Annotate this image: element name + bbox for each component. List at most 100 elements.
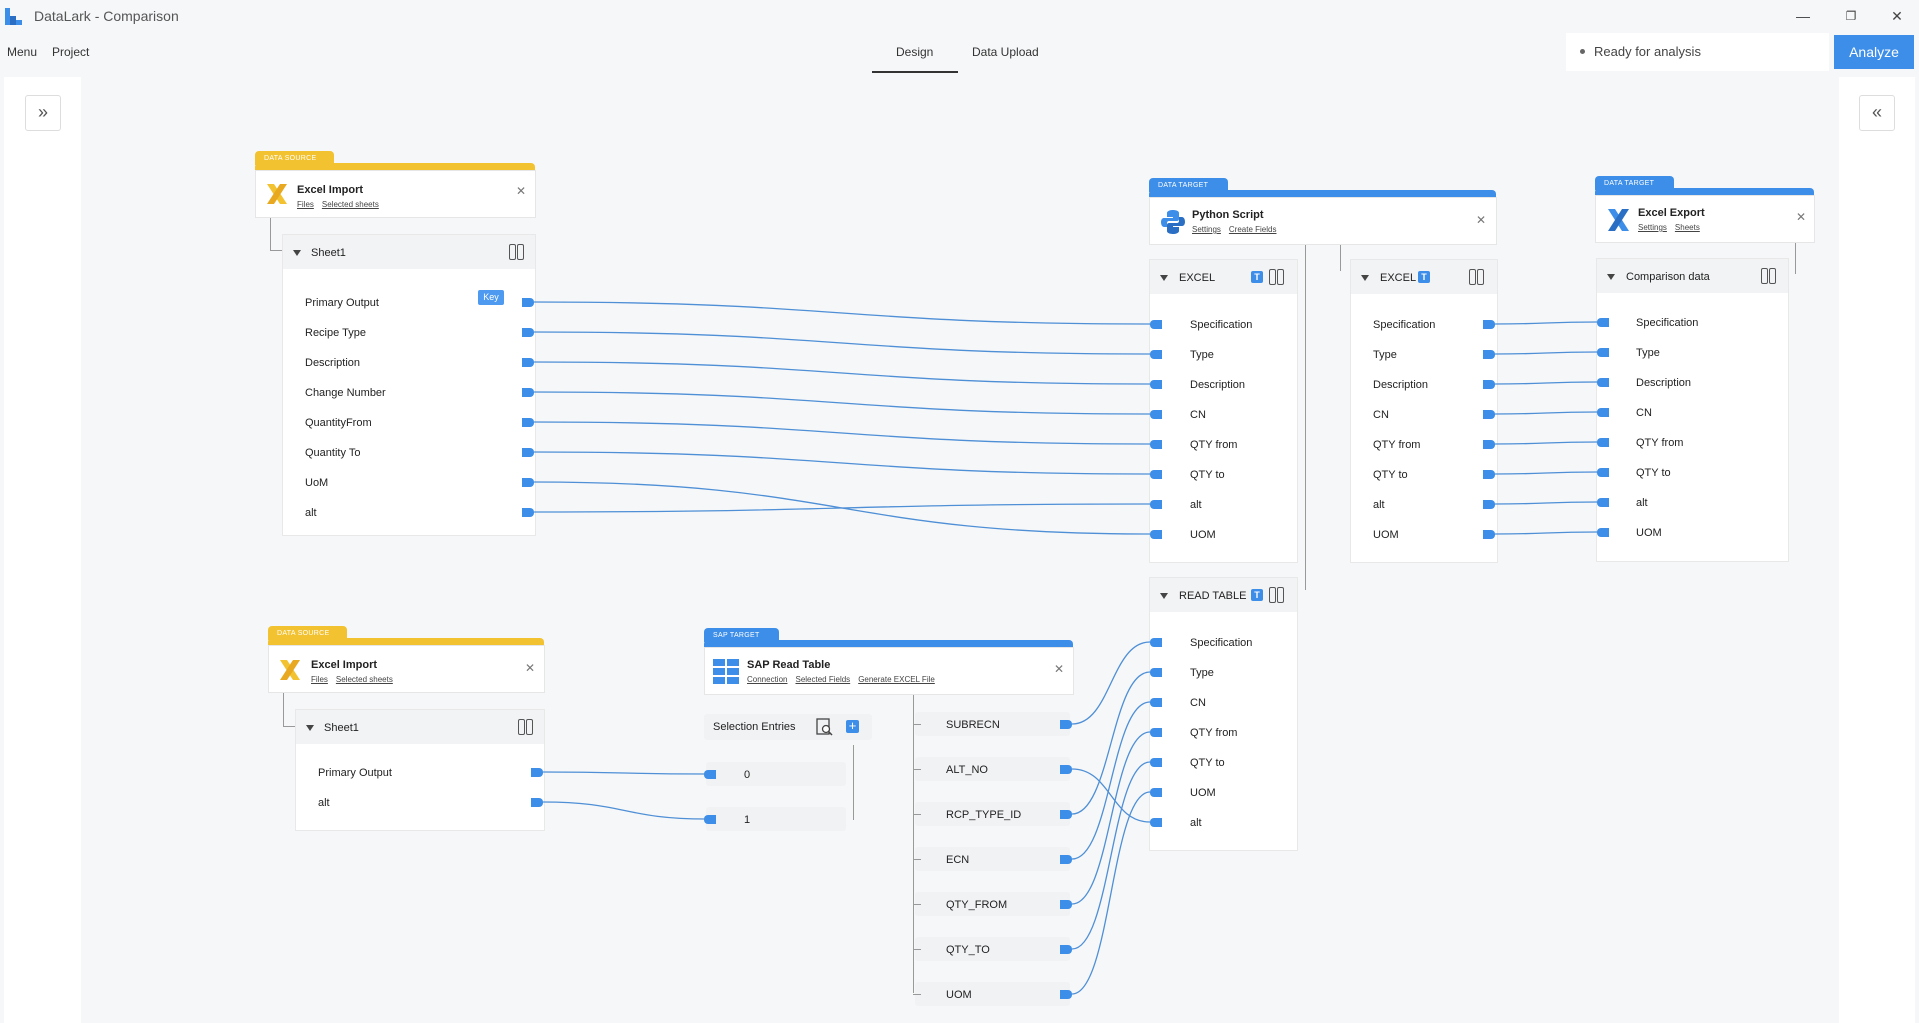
source-1-header[interactable]: Excel Import Files Selected sheets ✕ [255, 170, 536, 218]
output-port[interactable] [522, 478, 534, 487]
output-port[interactable] [531, 798, 543, 807]
input-port[interactable] [1150, 380, 1162, 389]
settings-link[interactable]: Settings [1192, 225, 1221, 234]
excel-in-header[interactable]: EXCEL T [1150, 260, 1297, 294]
input-port[interactable] [1150, 470, 1162, 479]
output-port[interactable] [522, 508, 534, 517]
selected-sheets-link[interactable]: Selected sheets [322, 200, 379, 209]
minimize-button[interactable]: — [1793, 6, 1813, 26]
chevron-down-icon[interactable] [1160, 275, 1168, 281]
output-port[interactable] [1483, 500, 1495, 509]
files-link[interactable]: Files [311, 675, 328, 684]
menu-menu[interactable]: Menu [7, 45, 37, 59]
input-port[interactable] [1150, 320, 1162, 329]
sheet-header[interactable]: Sheet1 [296, 710, 544, 744]
input-port[interactable] [1150, 440, 1162, 449]
input-port[interactable] [1597, 438, 1609, 447]
search-document-icon[interactable] [816, 718, 834, 736]
sap-output-field[interactable] [915, 937, 1070, 961]
selection-entry[interactable] [706, 762, 846, 786]
output-port[interactable] [522, 418, 534, 427]
output-port[interactable] [1060, 855, 1072, 864]
output-port[interactable] [1060, 765, 1072, 774]
output-port[interactable] [522, 448, 534, 457]
columns-icon[interactable] [1469, 269, 1485, 285]
sheet-header[interactable]: Sheet1 [283, 235, 535, 269]
sap-output-field[interactable] [915, 847, 1070, 871]
close-window-button[interactable]: ✕ [1887, 6, 1907, 26]
output-port[interactable] [531, 768, 543, 777]
source-2-header[interactable]: Excel Import Files Selected sheets ✕ [268, 645, 545, 693]
output-port[interactable] [1483, 380, 1495, 389]
collapse-sidebar-icon[interactable]: « [1859, 95, 1895, 131]
sap-header[interactable]: SAP Read Table Connection Selected Fields… [704, 647, 1074, 695]
output-port[interactable] [1483, 530, 1495, 539]
transform-badge[interactable]: T [1418, 271, 1430, 283]
export-sheet-header[interactable]: Comparison data [1597, 259, 1788, 293]
output-port[interactable] [522, 298, 534, 307]
restore-button[interactable]: ❐ [1841, 6, 1861, 26]
menu-project[interactable]: Project [52, 45, 89, 59]
chevron-down-icon[interactable] [1361, 275, 1369, 281]
input-port[interactable] [1597, 348, 1609, 357]
input-port[interactable] [1597, 408, 1609, 417]
generate-excel-link[interactable]: Generate EXCEL File [858, 675, 935, 684]
expand-sidebar-icon[interactable]: » [25, 95, 61, 131]
input-port[interactable] [1597, 498, 1609, 507]
input-port[interactable] [1150, 668, 1162, 677]
files-link[interactable]: Files [297, 200, 314, 209]
transform-badge[interactable]: T [1251, 589, 1263, 601]
output-port[interactable] [1483, 320, 1495, 329]
output-port[interactable] [1483, 470, 1495, 479]
output-port[interactable] [1483, 350, 1495, 359]
input-port[interactable] [1150, 698, 1162, 707]
read-table-header[interactable]: READ TABLE T [1150, 578, 1297, 612]
output-port[interactable] [1060, 900, 1072, 909]
excel-out-header[interactable]: EXCEL T [1351, 260, 1497, 294]
chevron-down-icon[interactable] [293, 250, 301, 256]
close-icon[interactable]: ✕ [1054, 662, 1064, 676]
columns-icon[interactable] [1761, 268, 1777, 284]
output-port[interactable] [1060, 720, 1072, 729]
input-port[interactable] [1150, 410, 1162, 419]
output-port[interactable] [522, 388, 534, 397]
close-icon[interactable]: ✕ [525, 661, 535, 675]
columns-icon[interactable] [518, 719, 534, 735]
input-port[interactable] [1150, 818, 1162, 827]
chevron-down-icon[interactable] [306, 725, 314, 731]
sap-output-field[interactable] [915, 982, 1070, 1006]
python-header[interactable]: Python Script Settings Create Fields ✕ [1149, 197, 1497, 245]
input-port[interactable] [1150, 758, 1162, 767]
input-port[interactable] [1597, 378, 1609, 387]
columns-icon[interactable] [1269, 269, 1285, 285]
output-port[interactable] [1060, 945, 1072, 954]
input-port[interactable] [1150, 728, 1162, 737]
selection-entry[interactable] [706, 807, 846, 831]
input-port[interactable] [1150, 500, 1162, 509]
chevron-down-icon[interactable] [1607, 274, 1615, 280]
create-fields-link[interactable]: Create Fields [1229, 225, 1277, 234]
input-port[interactable] [1597, 318, 1609, 327]
input-port[interactable] [704, 815, 716, 824]
close-icon[interactable]: ✕ [1476, 213, 1486, 227]
output-port[interactable] [1483, 440, 1495, 449]
selected-fields-link[interactable]: Selected Fields [795, 675, 850, 684]
add-entry-icon[interactable]: + [846, 719, 859, 733]
chevron-down-icon[interactable] [1160, 593, 1168, 599]
output-port[interactable] [1483, 410, 1495, 419]
connection-link[interactable]: Connection [747, 675, 787, 684]
input-port[interactable] [1150, 638, 1162, 647]
sap-output-field[interactable] [915, 757, 1070, 781]
tab-data-upload[interactable]: Data Upload [972, 45, 1039, 59]
output-port[interactable] [522, 328, 534, 337]
settings-link[interactable]: Settings [1638, 223, 1667, 232]
input-port[interactable] [1597, 528, 1609, 537]
tab-design[interactable]: Design [896, 45, 933, 59]
output-port[interactable] [1060, 990, 1072, 999]
input-port[interactable] [704, 770, 716, 779]
output-port[interactable] [1060, 810, 1072, 819]
columns-icon[interactable] [1269, 587, 1285, 603]
input-port[interactable] [1597, 468, 1609, 477]
output-port[interactable] [522, 358, 534, 367]
transform-badge[interactable]: T [1251, 271, 1263, 283]
